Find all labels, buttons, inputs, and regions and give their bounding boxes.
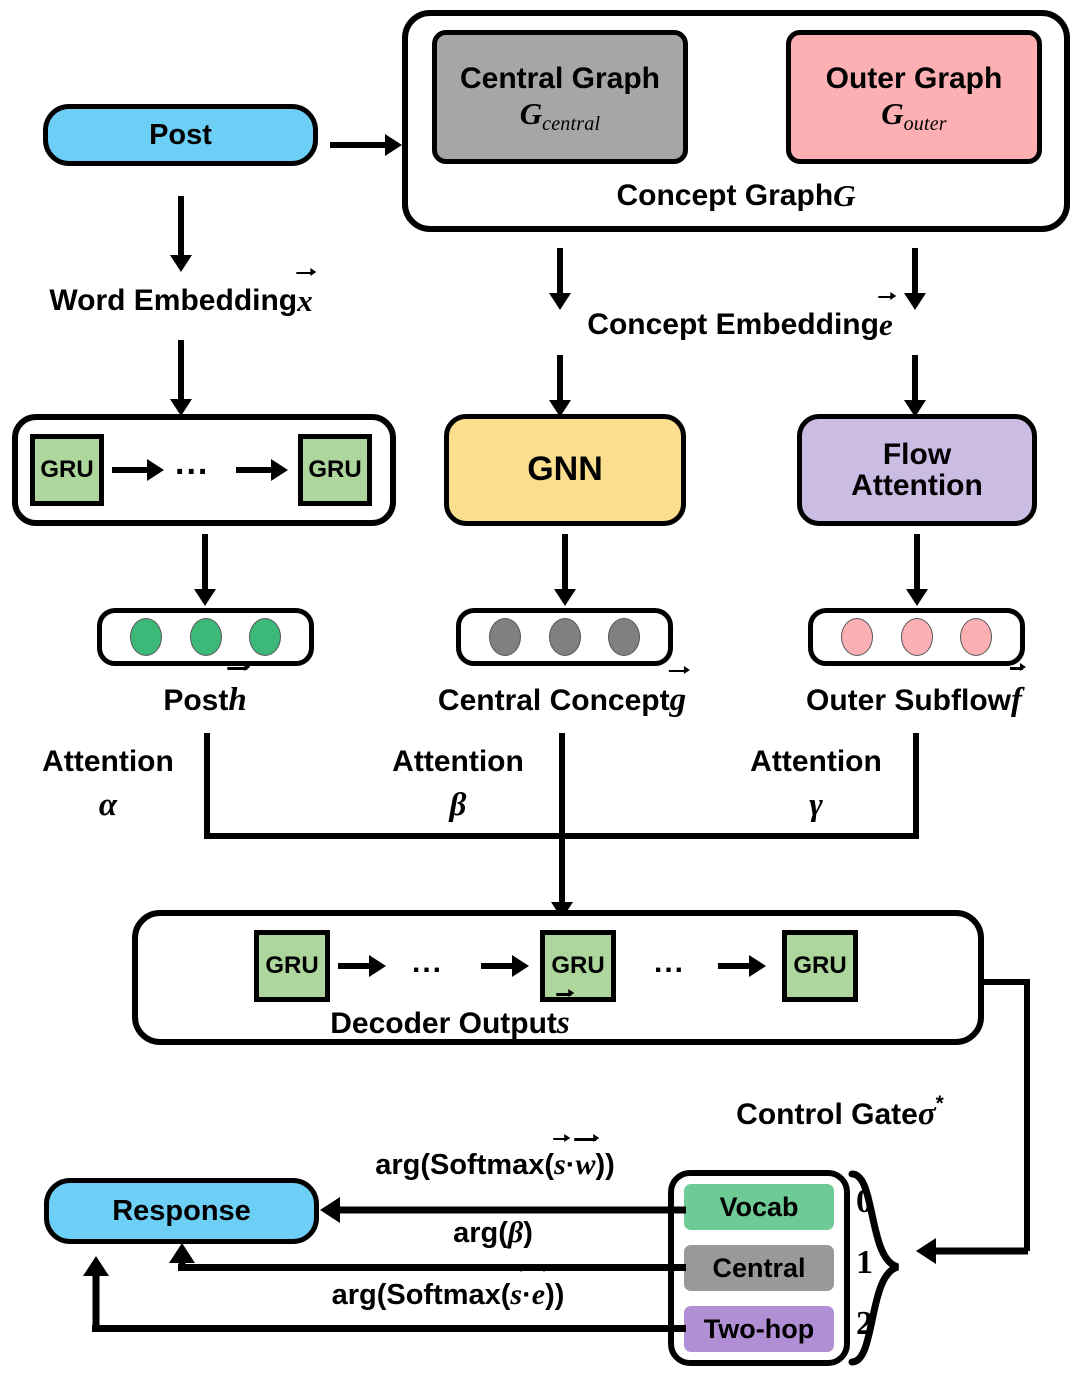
central-concept-label: Central Concept g	[438, 669, 687, 719]
encoder-gru-arrow-1	[112, 459, 164, 481]
central-to-response-arrow	[168, 1243, 196, 1271]
decoder-output-label: Decoder Output s	[330, 993, 571, 1042]
attention-beta-line	[559, 733, 565, 839]
merge-to-decoder-arrow	[551, 833, 573, 919]
central-vector-dot	[608, 618, 641, 656]
outer-graph-down-arrow	[904, 248, 926, 310]
post-vector-dot	[129, 618, 162, 656]
gnn-node[interactable]: GNN	[444, 414, 686, 526]
control-gate-arrow	[916, 1237, 1028, 1265]
flow-to-outer-vector-arrow	[906, 534, 928, 606]
output-mode-central[interactable]: Central	[684, 1245, 834, 1291]
encoder-gru-cell-2[interactable]: GRU	[298, 434, 372, 506]
central-graph-symbol: Gcentral	[519, 95, 601, 136]
decoder-gru-cell-2[interactable]: GRU	[540, 930, 616, 1002]
control-gate-label: Control Gate σ *	[736, 1091, 944, 1133]
outer-vector-dot	[840, 618, 873, 656]
concept-embedding-label: Concept Embedding e	[587, 295, 894, 343]
decoder-gru-arrow-3	[718, 955, 766, 977]
outer-graph-title: Outer Graph	[825, 62, 1003, 96]
concept-graph-label: Concept Graph G	[616, 178, 856, 213]
central-graph-title: Central Graph	[459, 62, 661, 96]
post-to-graph-arrow	[330, 134, 402, 156]
concept-embedding-down-arrow-left	[549, 355, 571, 417]
vocab-formula-label: arg(Softmax(s · w))	[375, 1137, 615, 1182]
post-vector-dot	[249, 618, 282, 656]
output-mode-vocab[interactable]: Vocab	[684, 1184, 834, 1230]
outer-graph-symbol: Gouter	[881, 95, 947, 136]
decoder-gru-cell-1[interactable]: GRU	[254, 930, 330, 1002]
attention-beta-name: Attention	[392, 745, 524, 778]
twohop-formula-label: arg(Softmax(s · e))	[332, 1267, 564, 1312]
outer-graph-node[interactable]: Outer Graph Gouter	[786, 30, 1042, 164]
central-vector-dot	[548, 618, 581, 656]
twohop-to-response-hline	[92, 1325, 686, 1332]
word-embedding-down-arrow	[170, 340, 192, 416]
decoder-gru-cell-3[interactable]: GRU	[782, 930, 858, 1002]
decoder-gru-arrow-2	[481, 955, 529, 977]
output-mode-twohop[interactable]: Two-hop	[684, 1306, 834, 1352]
encoder-gru-arrow-2	[236, 459, 288, 481]
attention-alpha-line	[204, 733, 210, 839]
architecture-diagram: Post Central Graph Gcentral Outer Graph …	[0, 0, 1080, 1375]
control-gate-line-top	[978, 979, 1030, 985]
outer-vector-dot	[900, 618, 933, 656]
outer-vector-dot	[960, 618, 993, 656]
attention-alpha-name: Attention	[42, 745, 174, 778]
attention-alpha-symbol: α	[98, 787, 118, 823]
outer-vector-box	[808, 608, 1025, 666]
attention-gamma-name: Attention	[750, 745, 882, 778]
attention-beta-symbol: β	[449, 787, 467, 823]
outer-subflow-label: Outer Subflow f	[806, 667, 1023, 719]
output-mode-brace	[848, 1170, 900, 1366]
gnn-to-central-vector-arrow	[554, 534, 576, 606]
concept-embedding-down-arrow-right	[904, 355, 926, 417]
encoder-gru-ellipsis: ...	[175, 444, 210, 482]
control-gate-line-right	[1024, 979, 1030, 1251]
decoder-gru-arrow-1	[338, 955, 386, 977]
central-vector-box	[456, 608, 673, 666]
central-formula-label: arg(β)	[453, 1216, 533, 1249]
attention-gamma-line	[913, 733, 919, 839]
word-embedding-label: Word Embedding x	[49, 271, 314, 319]
central-to-response-hline	[178, 1264, 686, 1271]
post-down-arrow	[170, 196, 192, 272]
decoder-gru-ellipsis-1: ...	[412, 946, 444, 979]
central-graph-node[interactable]: Central Graph Gcentral	[432, 30, 688, 164]
decoder-gru-ellipsis-2: ...	[654, 946, 686, 979]
encoder-to-post-vector-arrow	[194, 534, 216, 606]
response-node[interactable]: Response	[44, 1178, 319, 1244]
post-vector-dot	[189, 618, 222, 656]
post-label: Post	[149, 118, 212, 151]
central-graph-down-arrow	[549, 248, 571, 310]
post-node[interactable]: Post	[43, 104, 318, 166]
central-vector-dot	[488, 618, 521, 656]
post-vector-label: Post h	[163, 667, 249, 719]
post-vector-box	[97, 608, 314, 666]
response-label: Response	[112, 1194, 251, 1227]
twohop-to-response-arrow	[82, 1256, 110, 1332]
encoder-gru-cell-1[interactable]: GRU	[30, 434, 104, 506]
attention-gamma-symbol: γ	[809, 787, 823, 823]
flow-attention-node[interactable]: Flow Attention	[797, 414, 1037, 526]
